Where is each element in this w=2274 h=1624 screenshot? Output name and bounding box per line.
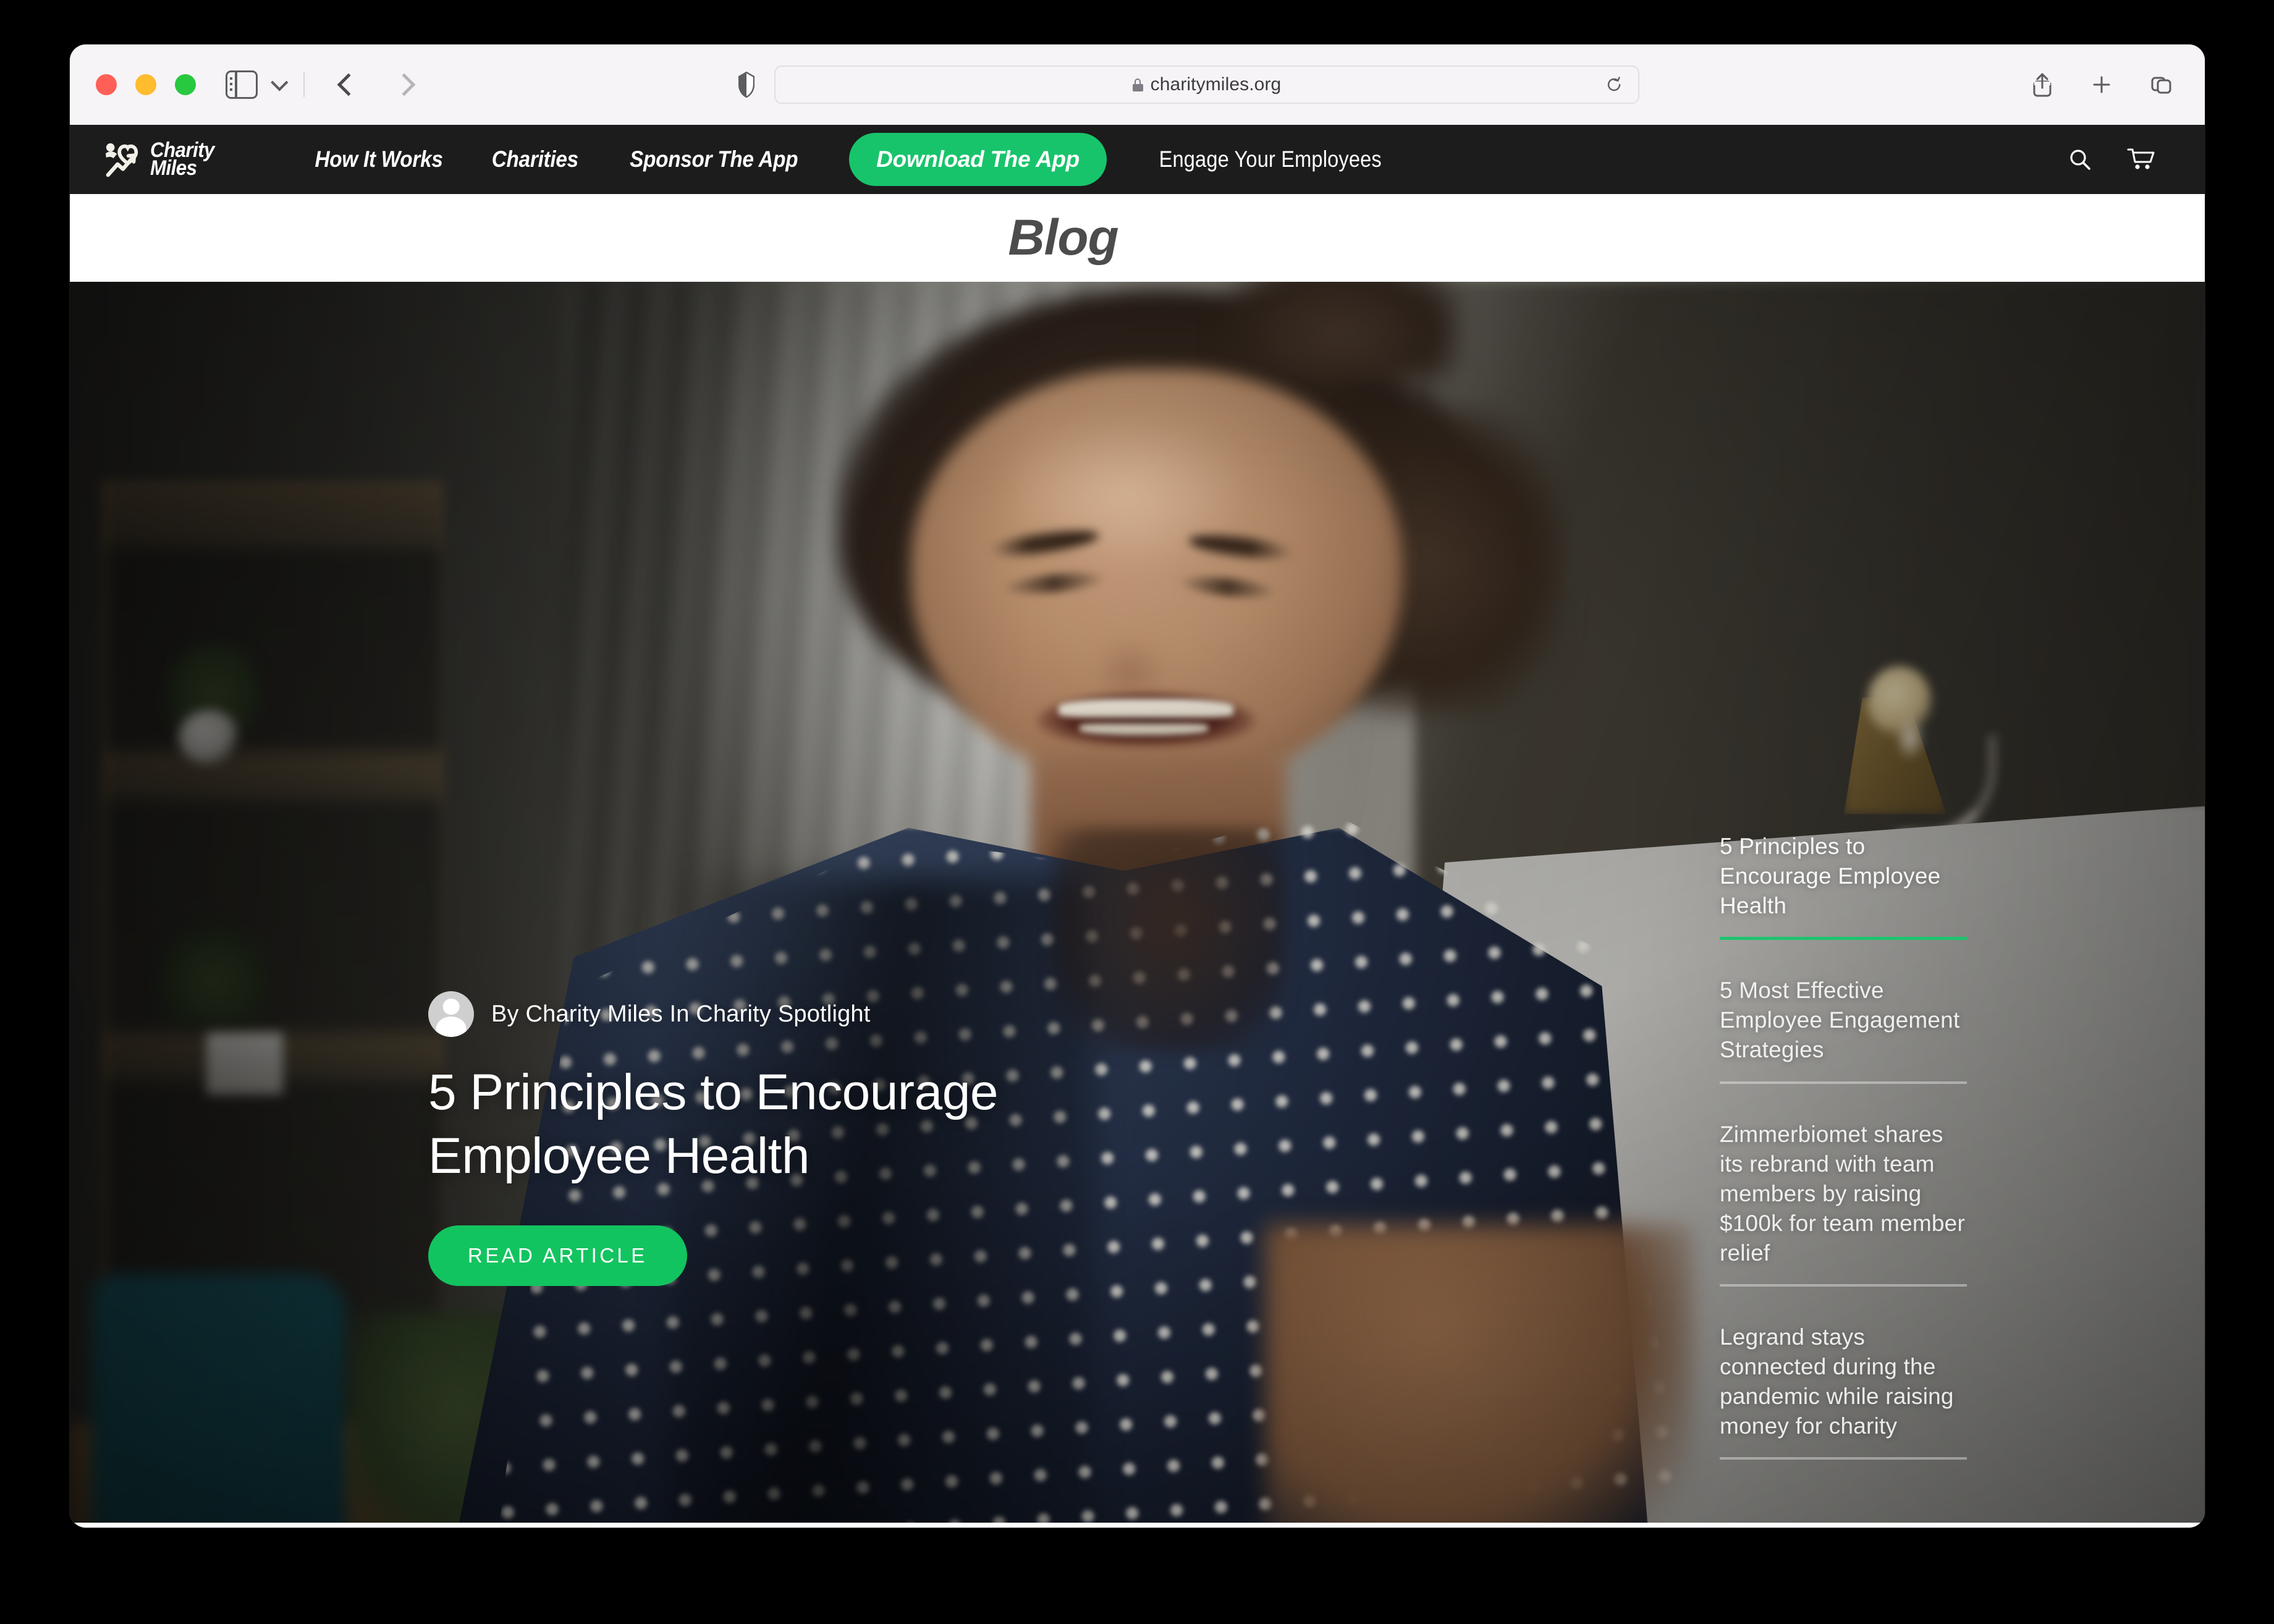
logo-wordmark: Charity Miles: [150, 140, 214, 179]
window-controls: [96, 74, 196, 95]
forward-arrow-icon[interactable]: [392, 73, 416, 96]
charity-miles-logo[interactable]: Charity Miles: [104, 140, 220, 179]
hero-section: By Charity Miles In Charity Spotlight 5 …: [70, 282, 2205, 1523]
share-icon[interactable]: [2031, 72, 2054, 97]
page-title-bar: Blog: [70, 194, 2205, 282]
toolbar-right-group: [2031, 72, 2173, 97]
related-article-item-1[interactable]: 5 Principles to Encourage Employee Healt…: [1720, 832, 1967, 955]
divider: [1720, 1081, 1967, 1084]
divider: [1720, 1457, 1967, 1460]
chevron-down-icon[interactable]: [271, 74, 289, 91]
back-arrow-icon[interactable]: [337, 73, 360, 96]
hero-article-content: By Charity Miles In Charity Spotlight 5 …: [428, 991, 1324, 1286]
page-title: Blog: [1008, 209, 1118, 266]
close-window-button[interactable]: [96, 74, 117, 95]
related-articles-list: 5 Principles to Encourage Employee Healt…: [1720, 832, 1967, 1495]
browser-window: charitymiles.org Charity Miles How It Wo…: [70, 44, 2205, 1528]
address-bar[interactable]: charitymiles.org: [774, 66, 1639, 104]
nav-utility-icons: [2068, 147, 2155, 172]
site-navigation-bar: Charity Miles How It Works Charities Spo…: [70, 125, 2205, 194]
related-article-label: 5 Most Effective Employee Engagement Str…: [1720, 978, 1960, 1063]
related-article-item-3[interactable]: Zimmerbiomet shares its rebrand with tea…: [1720, 1120, 1967, 1301]
search-icon[interactable]: [2068, 147, 2092, 172]
avatar: [428, 991, 474, 1037]
sidebar-icon[interactable]: [226, 70, 258, 99]
related-article-item-2[interactable]: 5 Most Effective Employee Engagement Str…: [1720, 976, 1967, 1098]
download-the-app-button[interactable]: Download The App: [849, 133, 1107, 186]
byline: By Charity Miles In Charity Spotlight: [428, 991, 1324, 1037]
url-text: charitymiles.org: [1150, 74, 1282, 95]
primary-nav-links: How It Works Charities Sponsor The App D…: [289, 133, 1397, 186]
browser-toolbar: charitymiles.org: [70, 44, 2205, 125]
privacy-shield-icon[interactable]: [738, 72, 754, 98]
read-article-button[interactable]: READ ARTICLE: [428, 1225, 687, 1286]
page-bottom-strip: [70, 1523, 2205, 1528]
reload-icon[interactable]: [1606, 77, 1622, 93]
maximize-window-button[interactable]: [175, 74, 196, 95]
divider: [1720, 1284, 1967, 1287]
tab-overview-icon[interactable]: [2149, 72, 2173, 97]
related-article-label: 5 Principles to Encourage Employee Healt…: [1720, 834, 1941, 919]
nav-link-engage-your-employees[interactable]: Engage Your Employees: [1159, 146, 1382, 172]
shopping-cart-icon[interactable]: [2127, 147, 2155, 172]
related-article-label: Legrand stays connected during the pande…: [1720, 1324, 1954, 1439]
active-underline: [1720, 937, 1967, 941]
running-figure-heart-icon: [105, 143, 138, 177]
hero-headline: 5 Principles to Encourage Employee Healt…: [428, 1064, 998, 1185]
byline-text: By Charity Miles In Charity Spotlight: [491, 1000, 871, 1027]
nav-link-sponsor-the-app[interactable]: Sponsor The App: [613, 146, 814, 172]
nav-link-how-it-works[interactable]: How It Works: [298, 146, 459, 172]
nav-link-charities[interactable]: Charities: [475, 146, 595, 172]
minimize-window-button[interactable]: [135, 74, 156, 95]
related-article-item-4[interactable]: Legrand stays connected during the pande…: [1720, 1322, 1967, 1474]
toolbar-divider: [303, 72, 305, 97]
lock-icon: [1132, 78, 1143, 91]
toolbar-left-group: [226, 70, 416, 99]
related-article-label: Zimmerbiomet shares its rebrand with tea…: [1720, 1121, 1965, 1266]
plus-icon[interactable]: [2090, 72, 2113, 97]
